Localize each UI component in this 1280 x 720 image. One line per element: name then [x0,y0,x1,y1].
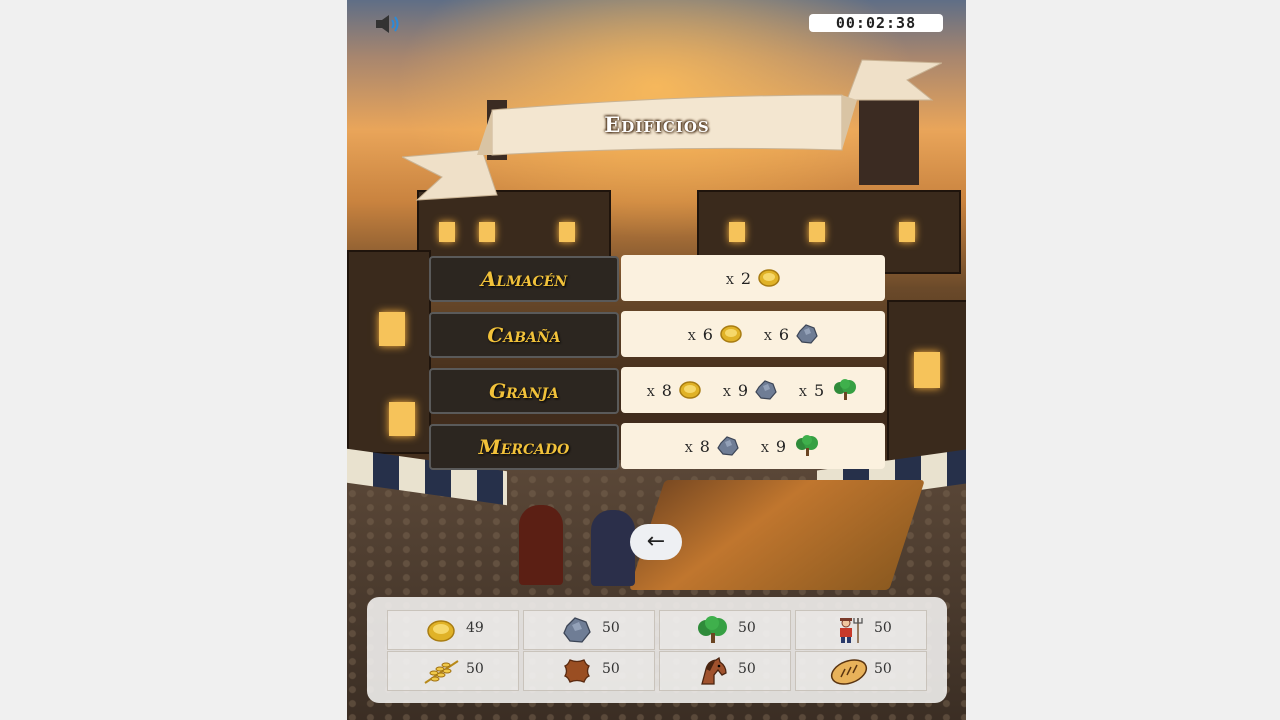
villager-2 [591,510,635,586]
building-button-mercado[interactable]: Mercado [429,424,619,470]
cost-quantity: x 6 [764,324,791,344]
cost-item: x 6 [688,323,742,345]
resource-value: 50 [738,661,756,677]
house-right [887,300,966,474]
cost-item: x 2 [726,267,780,289]
building-cost: x 8 x 9 [621,423,885,469]
villager-1 [519,505,563,585]
wheat-icon [424,660,459,684]
farmer-icon [840,618,863,643]
cost-quantity: x 8 [684,436,711,456]
cost-item: x 5 [799,379,859,401]
resource-value: 50 [874,620,892,636]
resource-inventory-panel: 49 50 50 50 50 50 50 50 [367,597,947,703]
game-timer: 00:02:38 [809,14,943,32]
sound-toggle-button[interactable] [374,12,406,36]
stone-icon [796,324,818,344]
gold-coin-icon [427,620,455,642]
building-button-granja[interactable]: Granja [429,368,619,414]
building-row-granja: Granja x 8 x 9 x 5 [429,367,886,414]
building-cost: x 2 [621,255,885,301]
building-cost: x 8 x 9 x 5 [621,367,885,413]
building-row-almacen: Almacén x 2 [429,255,886,302]
resource-value: 50 [466,661,484,677]
cost-quantity: x 6 [687,324,714,344]
resource-value: 50 [874,661,892,677]
gold-coin-icon [758,269,780,287]
stone-icon [755,380,777,400]
page-title: Edificios [604,112,710,137]
resource-value: 50 [738,620,756,636]
cost-item: x 9 [723,379,777,401]
resource-wood: 50 [659,610,791,650]
tree-icon [796,435,819,456]
cost-quantity: x 8 [646,380,673,400]
cost-item: x 8 [685,435,739,457]
game-screen: 00:02:38 Edificios Almacén x 2 Cabaña x … [347,0,966,720]
resource-value: 50 [602,661,620,677]
cost-item: x 6 [764,323,818,345]
leather-hide-icon [564,659,590,683]
bread-icon [830,659,868,685]
tree-icon [698,616,727,643]
stone-icon [717,436,739,456]
building-row-cabana: Cabaña x 6 x 6 [429,311,886,358]
tree-icon [834,379,857,400]
horse-icon [701,657,727,685]
resource-wheat: 50 [387,651,519,691]
resource-value: 50 [602,620,620,636]
back-button[interactable]: ← [630,524,682,560]
resource-bread: 50 [795,651,927,691]
house-left [347,250,431,454]
building-cost: x 6 x 6 [621,311,885,357]
building-button-almacen[interactable]: Almacén [429,256,619,302]
cost-quantity: x 9 [722,380,750,400]
resource-stone: 50 [523,610,655,650]
cost-quantity: x 2 [725,268,753,288]
stone-icon [563,617,591,643]
cost-item: x 8 [647,379,701,401]
cost-quantity: x 5 [799,380,826,400]
building-button-cabana[interactable]: Cabaña [429,312,619,358]
resource-gold: 49 [387,610,519,650]
gold-coin-icon [679,381,701,399]
cost-item: x 9 [761,435,821,457]
resource-horse: 50 [659,651,791,691]
building-row-mercado: Mercado x 8 x 9 [429,423,886,470]
cost-quantity: x 9 [761,436,788,456]
resource-value: 49 [466,620,484,636]
speaker-icon [376,15,399,33]
resource-worker: 50 [795,610,927,650]
gold-coin-icon [720,325,742,343]
resource-leather: 50 [523,651,655,691]
